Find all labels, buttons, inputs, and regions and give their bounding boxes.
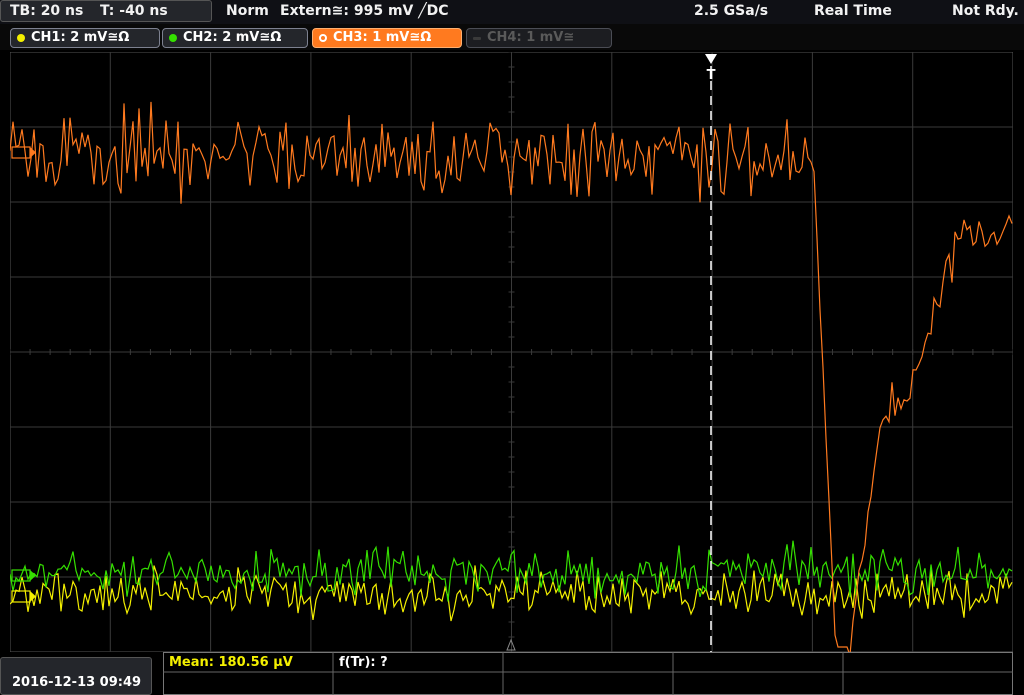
channel-tab-ch4[interactable]: CH4: 1 mV≅	[466, 28, 612, 48]
ch4-label: CH4: 1 mV≅	[487, 30, 575, 45]
sample-rate-label: 2.5 GSa/s	[694, 3, 769, 19]
measurement-mean[interactable]: Mean: 180.56 μV	[169, 655, 293, 670]
trigger-time-label[interactable]: T: -40 ns	[100, 3, 168, 19]
channel-tab-ch1[interactable]: CH1: 2 mV≅Ω	[10, 28, 160, 48]
datetime-label: 2016-12-13 09:49	[12, 675, 142, 690]
ch4-indicator-icon	[473, 37, 481, 40]
ch1-label: CH1: 2 mV≅Ω	[31, 30, 130, 45]
trigger-source-label[interactable]: Extern≅: 995 mV ╱DC	[280, 3, 449, 19]
timebase-label[interactable]: TB: 20 ns	[10, 3, 83, 19]
ch2-label: CH2: 2 mV≅Ω	[183, 30, 282, 45]
measurement-rise-time[interactable]: f(Tr): ?	[339, 655, 388, 670]
ch3-label: CH3: 1 mV≅Ω	[333, 30, 432, 45]
channel-tab-ch2[interactable]: CH2: 2 mV≅Ω	[162, 28, 308, 48]
ch2-indicator-icon	[169, 34, 177, 42]
waveform-display[interactable]: T	[10, 52, 1013, 652]
acquisition-mode-label[interactable]: Real Time	[814, 3, 892, 19]
channel-tab-ch3[interactable]: CH3: 1 mV≅Ω	[312, 28, 462, 48]
trigger-mode-label[interactable]: Norm	[226, 3, 269, 19]
run-status-label: Not Rdy.	[952, 3, 1019, 19]
ch1-indicator-icon	[17, 34, 25, 42]
trigger-marker-label: T	[707, 68, 716, 83]
ch3-indicator-icon	[319, 34, 327, 42]
